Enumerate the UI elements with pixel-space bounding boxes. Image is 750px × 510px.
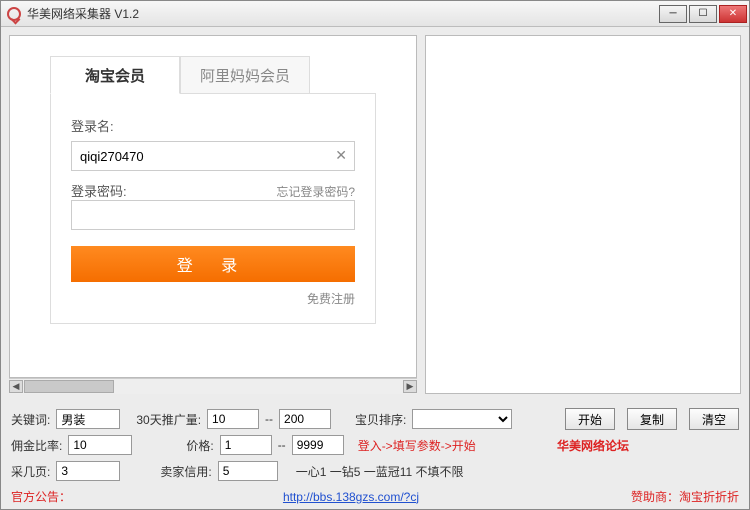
password-label: 登录密码: [71,181,127,200]
footer-url[interactable]: http://bbs.138gzs.com/?cj [283,490,419,504]
start-button[interactable]: 开始 [565,408,615,430]
tabs: 淘宝会员 阿里妈妈会员 [50,56,416,94]
footer: 官方公告： http://bbs.138gzs.com/?cj 赞助商：淘宝折折… [1,486,749,509]
window-title: 华美网络采集器 V1.2 [27,5,659,22]
forum-link[interactable]: 华美网络论坛 [557,437,629,454]
close-button[interactable]: ✕ [719,5,747,23]
username-input[interactable] [71,141,355,171]
login-button[interactable]: 登 录 [71,246,355,282]
credit-note: 一心1 一钻5 一蓝冠11 不填不限 [296,463,464,480]
login-form: 登录名: ✕ 登录密码: 忘记登录密码? 登 录 免费注册 [50,93,376,324]
forgot-password-link[interactable]: 忘记登录密码? [276,183,355,200]
scroll-right-arrow-icon[interactable]: ▶ [403,380,417,393]
scroll-left-arrow-icon[interactable]: ◀ [9,380,23,393]
left-scrollbar[interactable]: ◀ ▶ [9,378,417,394]
price-min-input[interactable] [220,435,272,455]
left-panel: 淘宝会员 阿里妈妈会员 登录名: ✕ 登录密码: 忘记登录密码? 登 录 [9,35,417,394]
free-register-link[interactable]: 免费注册 [71,290,355,307]
app-icon [7,7,21,21]
minimize-button[interactable]: ─ [659,5,687,23]
login-container: 淘宝会员 阿里妈妈会员 登录名: ✕ 登录密码: 忘记登录密码? 登 录 [9,35,417,378]
rate-label: 佣金比率: [11,437,62,454]
pages-label: 采几页: [11,463,50,480]
promo-min-input[interactable] [207,409,259,429]
scroll-thumb[interactable] [24,380,114,393]
keyword-input[interactable] [56,409,120,429]
clear-button[interactable]: 清空 [689,408,739,430]
maximize-button[interactable]: ☐ [689,5,717,23]
output-box [425,35,741,394]
tab-alimama[interactable]: 阿里妈妈会员 [180,56,310,94]
price-label: 价格: [186,437,213,454]
copy-button[interactable]: 复制 [627,408,677,430]
notice-label: 官方公告： [11,488,71,505]
promo-max-input[interactable] [279,409,331,429]
titlebar: 华美网络采集器 V1.2 ─ ☐ ✕ [1,1,749,27]
hint-text: 登入->填写参数->开始 [358,437,476,454]
app-window: 华美网络采集器 V1.2 ─ ☐ ✕ 淘宝会员 阿里妈妈会员 登录名: ✕ [0,0,750,510]
sort-label: 宝贝排序: [355,411,406,428]
price-sep: -- [278,438,286,452]
price-max-input[interactable] [292,435,344,455]
main-body: 淘宝会员 阿里妈妈会员 登录名: ✕ 登录密码: 忘记登录密码? 登 录 [1,27,749,402]
params-area: 关键词: 30天推广量: -- 宝贝排序: 开始 复制 清空 佣金比率: 价格:… [1,402,749,486]
keyword-label: 关键词: [11,411,50,428]
pages-input[interactable] [56,461,120,481]
credit-label: 卖家信用: [160,463,211,480]
clear-username-icon[interactable]: ✕ [335,147,347,164]
sort-select[interactable] [412,409,512,429]
tab-taobao[interactable]: 淘宝会员 [50,56,180,94]
right-panel [425,35,741,394]
username-label: 登录名: [71,116,355,135]
credit-input[interactable] [218,461,278,481]
promo-label: 30天推广量: [136,411,201,428]
promo-sep: -- [265,412,273,426]
password-input[interactable] [71,200,355,230]
sponsor-text: 赞助商：淘宝折折折 [631,488,739,505]
window-controls: ─ ☐ ✕ [659,5,747,23]
rate-input[interactable] [68,435,132,455]
